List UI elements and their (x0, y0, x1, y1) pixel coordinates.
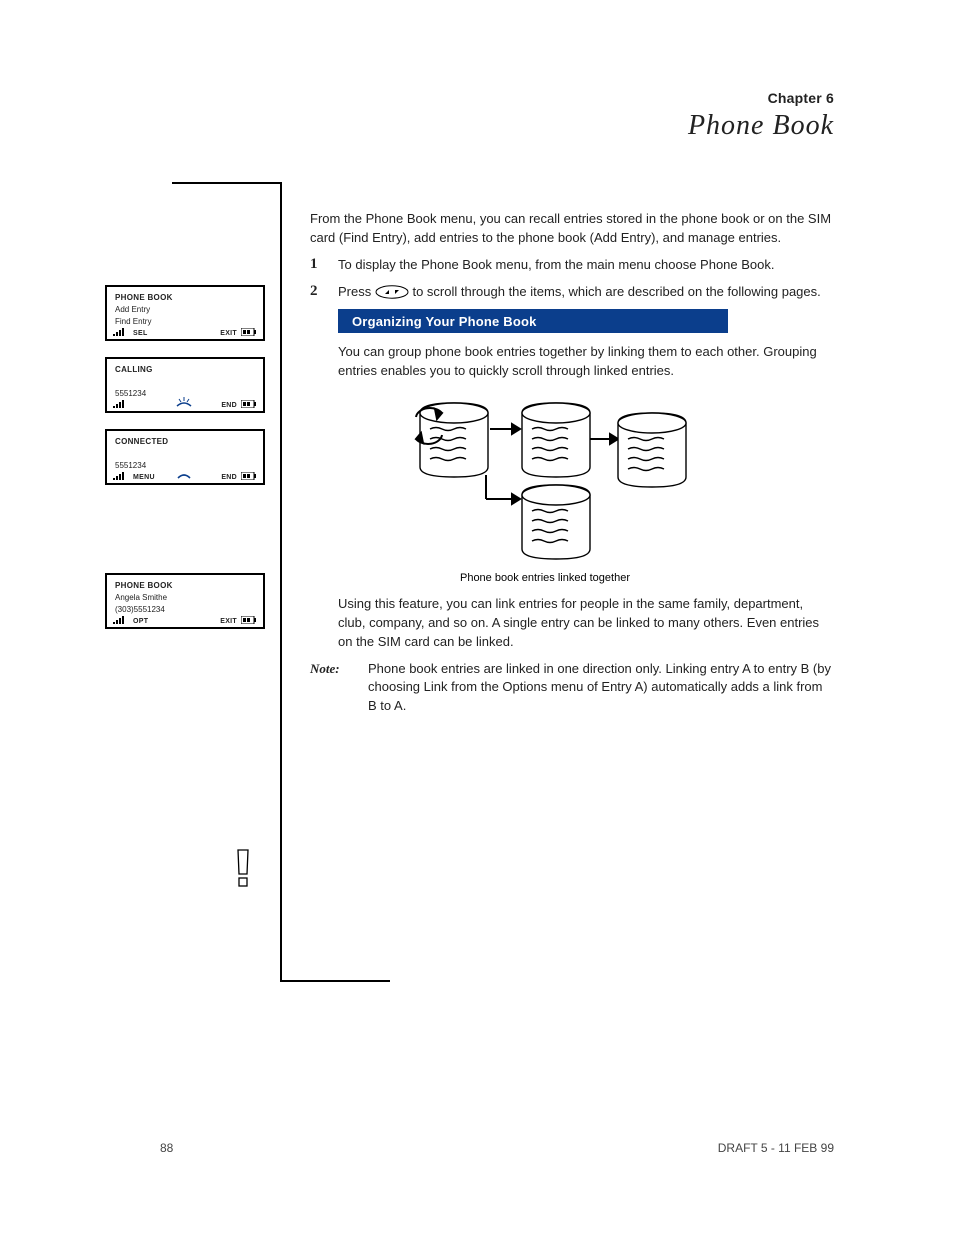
section-banner: Organizing Your Phone Book (338, 309, 728, 333)
phone-screen-4: PHONE BOOK Angela Smithe (303)5551234 OP… (105, 573, 265, 629)
margin-bracket (280, 182, 282, 982)
chapter-label: Chapter 6 (688, 90, 834, 106)
note-label: Note: (310, 660, 356, 717)
linked-entries-diagram: Phone book entries linked together (390, 389, 700, 589)
note-text: Phone book entries are linked in one dir… (368, 660, 832, 717)
section-para-2: Using this feature, you can link entries… (338, 595, 832, 652)
phone-screen-3: CONNECTED 5551234 MENUEND (105, 429, 265, 485)
note-block: Note: Phone book entries are linked in o… (310, 660, 832, 717)
document-page: Chapter 6 Phone Book PHONE BOOK Add Entr… (0, 0, 954, 1235)
phone-screen-illustrations: PHONE BOOK Add Entry Find Entry SELEXIT … (105, 285, 265, 645)
step-1: 1 To display the Phone Book menu, from t… (310, 256, 832, 275)
phone-screen-1: PHONE BOOK Add Entry Find Entry SELEXIT (105, 285, 265, 341)
phone-screen-2: CALLING 5551234 END (105, 357, 265, 413)
draft-stamp: DRAFT 5 - 11 FEB 99 (718, 1141, 834, 1155)
exclamation-icon (230, 848, 256, 888)
up-down-key-icon (375, 285, 409, 299)
page-number: 88 (160, 1141, 173, 1155)
diagram-caption: Phone book entries linked together (460, 572, 630, 584)
chapter-header: Chapter 6 Phone Book (688, 90, 834, 142)
page-footer: 88 DRAFT 5 - 11 FEB 99 (0, 1141, 954, 1155)
main-content: From the Phone Book menu, you can recall… (310, 210, 832, 716)
chapter-title: Phone Book (688, 110, 834, 142)
step-2: 2 Press to scroll through the items, whi… (310, 283, 832, 302)
section-para-1: You can group phone book entries togethe… (338, 343, 832, 381)
intro-paragraph: From the Phone Book menu, you can recall… (310, 210, 832, 248)
